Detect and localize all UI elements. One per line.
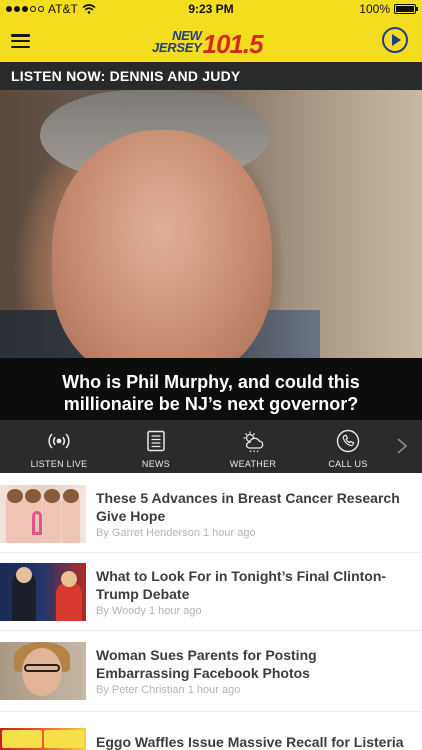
nav-label: NEWS (141, 459, 171, 469)
divider (0, 630, 422, 631)
station-logo: NEW JERSEY 101.5 (152, 23, 264, 59)
article-thumbnail[interactable] (0, 642, 86, 700)
hero-caption[interactable]: Who is Phil Murphy, and could this milli… (0, 358, 422, 420)
nav-label: WEATHER (229, 459, 277, 469)
logo-jersey: JERSEY (152, 40, 202, 55)
play-icon[interactable] (382, 27, 408, 53)
battery-icon (394, 4, 418, 14)
nav-news[interactable]: NEWS (108, 420, 204, 473)
battery-status: 100% (359, 2, 418, 16)
phone-icon (336, 429, 360, 453)
hero-carousel-image[interactable] (0, 90, 422, 358)
article-thumbnail[interactable] (0, 563, 86, 621)
article-title[interactable]: Woman Sues Parents for Posting Embarrass… (96, 646, 412, 682)
nav-weather[interactable]: WEATHER (205, 420, 301, 473)
nav-call-us[interactable]: CALL US (300, 420, 396, 473)
article-author: By Woody (96, 605, 146, 617)
app-header: NEW JERSEY 101.5 (0, 18, 422, 62)
article-thumbnail[interactable] (0, 485, 86, 543)
article-author: By Garret Henderson (96, 527, 200, 539)
weather-icon (243, 431, 264, 453)
chevron-right-icon[interactable] (396, 438, 408, 454)
battery-percent: 100% (359, 2, 390, 16)
article-title[interactable]: Eggo Waffles Issue Massive Recall for Li… (96, 733, 412, 750)
divider (0, 552, 422, 553)
broadcast-icon (48, 433, 70, 449)
nav-label: CALL US (328, 459, 368, 469)
status-bar: AT&T 9:23 PM 100% (0, 0, 422, 18)
article-time: 1 hour ago (203, 527, 256, 539)
article-author: By Peter Christian (96, 684, 185, 696)
hero-face (52, 130, 272, 358)
article-item[interactable]: Eggo Waffles Issue Massive Recall for Li… (0, 728, 422, 750)
divider (0, 711, 422, 712)
pink-ribbon-icon (32, 511, 42, 535)
article-item[interactable]: Woman Sues Parents for Posting Embarrass… (0, 642, 422, 720)
quick-nav-bar: LISTEN LIVE NEWS WEATHER CALL US (0, 420, 422, 473)
article-byline: By Woody 1 hour ago (96, 605, 202, 617)
article-byline: By Peter Christian 1 hour ago (96, 684, 240, 696)
article-thumbnail[interactable] (0, 728, 86, 750)
article-time: 1 hour ago (187, 684, 241, 696)
newspaper-icon (147, 430, 165, 452)
nav-listen-live[interactable]: LISTEN LIVE (11, 420, 107, 473)
nav-label: LISTEN LIVE (30, 459, 88, 469)
article-title[interactable]: These 5 Advances in Breast Cancer Resear… (96, 489, 412, 525)
hamburger-icon[interactable] (11, 34, 30, 48)
article-time: 1 hour ago (149, 605, 202, 617)
logo-frequency: 101.5 (202, 29, 264, 59)
article-title[interactable]: What to Look For in Tonight’s Final Clin… (96, 567, 412, 603)
listen-now-banner[interactable]: LISTEN NOW: DENNIS AND JUDY (0, 62, 422, 90)
article-byline: By Garret Henderson 1 hour ago (96, 527, 256, 539)
